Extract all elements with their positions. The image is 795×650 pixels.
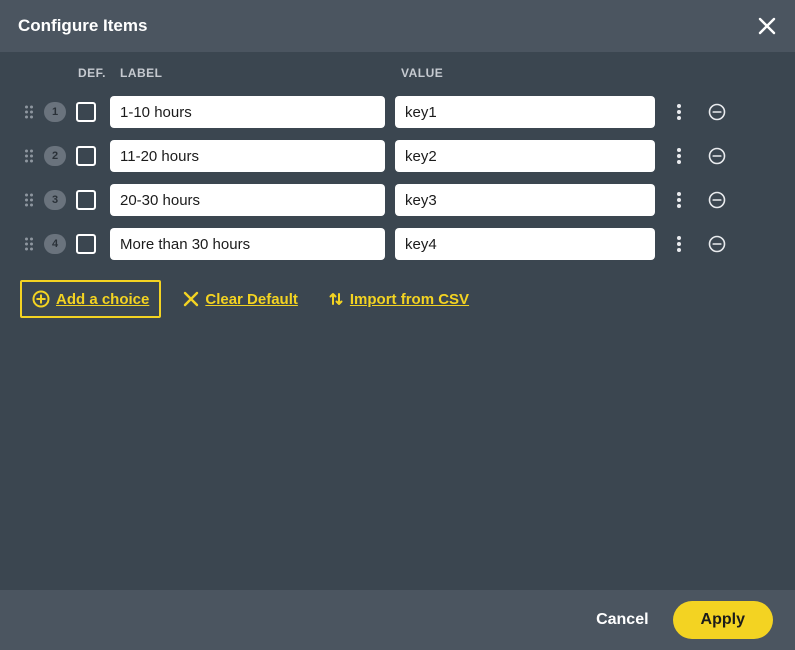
default-checkbox[interactable]: [76, 190, 96, 210]
drag-icon: [24, 104, 34, 120]
default-checkbox[interactable]: [76, 146, 96, 166]
label-input[interactable]: [110, 96, 385, 128]
kebab-icon: [677, 148, 681, 164]
choice-row: 3: [20, 178, 775, 222]
action-buttons-row: Add a choice Clear Default Import from C…: [20, 280, 775, 318]
minus-circle-icon: [708, 191, 726, 209]
import-export-icon: [328, 291, 344, 307]
x-icon: [183, 291, 199, 307]
drag-handle[interactable]: [20, 104, 38, 120]
value-input[interactable]: [395, 140, 655, 172]
row-index-badge: 3: [44, 190, 66, 210]
row-menu-button[interactable]: [669, 104, 689, 120]
drag-handle[interactable]: [20, 192, 38, 208]
close-icon: [758, 17, 776, 35]
label-input[interactable]: [110, 140, 385, 172]
dialog-body: DEF. LABEL VALUE 1: [0, 52, 795, 590]
row-menu-button[interactable]: [669, 192, 689, 208]
default-checkbox[interactable]: [76, 234, 96, 254]
add-choice-label: Add a choice: [56, 291, 149, 308]
title-bar: Configure Items: [0, 0, 795, 52]
remove-row-button[interactable]: [707, 146, 727, 166]
drag-handle[interactable]: [20, 148, 38, 164]
choice-row: 2: [20, 134, 775, 178]
drag-handle[interactable]: [20, 236, 38, 252]
dialog-title: Configure Items: [18, 16, 147, 36]
row-index-badge: 2: [44, 146, 66, 166]
value-input[interactable]: [395, 184, 655, 216]
default-checkbox[interactable]: [76, 102, 96, 122]
value-input[interactable]: [395, 228, 655, 260]
value-input[interactable]: [395, 96, 655, 128]
import-csv-button[interactable]: Import from CSV: [320, 285, 477, 314]
minus-circle-icon: [708, 147, 726, 165]
minus-circle-icon: [708, 103, 726, 121]
header-value: VALUE: [395, 66, 655, 80]
remove-row-button[interactable]: [707, 102, 727, 122]
header-label: LABEL: [120, 66, 395, 80]
choice-row: 4: [20, 222, 775, 266]
row-menu-button[interactable]: [669, 236, 689, 252]
drag-icon: [24, 148, 34, 164]
header-default: DEF.: [78, 66, 120, 80]
minus-circle-icon: [708, 235, 726, 253]
remove-row-button[interactable]: [707, 190, 727, 210]
cancel-button[interactable]: Cancel: [590, 610, 654, 630]
drag-icon: [24, 236, 34, 252]
row-index-badge: 4: [44, 234, 66, 254]
kebab-icon: [677, 192, 681, 208]
remove-row-button[interactable]: [707, 234, 727, 254]
import-csv-label: Import from CSV: [350, 291, 469, 308]
row-menu-button[interactable]: [669, 148, 689, 164]
configure-items-dialog: Configure Items DEF. LABEL VALUE 1: [0, 0, 795, 650]
dialog-footer: Cancel Apply: [0, 590, 795, 650]
kebab-icon: [677, 236, 681, 252]
column-headers: DEF. LABEL VALUE: [20, 66, 775, 80]
close-button[interactable]: [753, 12, 781, 40]
label-input[interactable]: [110, 228, 385, 260]
choice-row: 1: [20, 90, 775, 134]
label-input[interactable]: [110, 184, 385, 216]
kebab-icon: [677, 104, 681, 120]
clear-default-button[interactable]: Clear Default: [175, 285, 306, 314]
row-index-badge: 1: [44, 102, 66, 122]
apply-button[interactable]: Apply: [673, 601, 773, 639]
add-choice-button[interactable]: Add a choice: [20, 280, 161, 318]
clear-default-label: Clear Default: [205, 291, 298, 308]
plus-circle-icon: [32, 290, 50, 308]
rows-container: 1 2: [20, 90, 775, 266]
drag-icon: [24, 192, 34, 208]
